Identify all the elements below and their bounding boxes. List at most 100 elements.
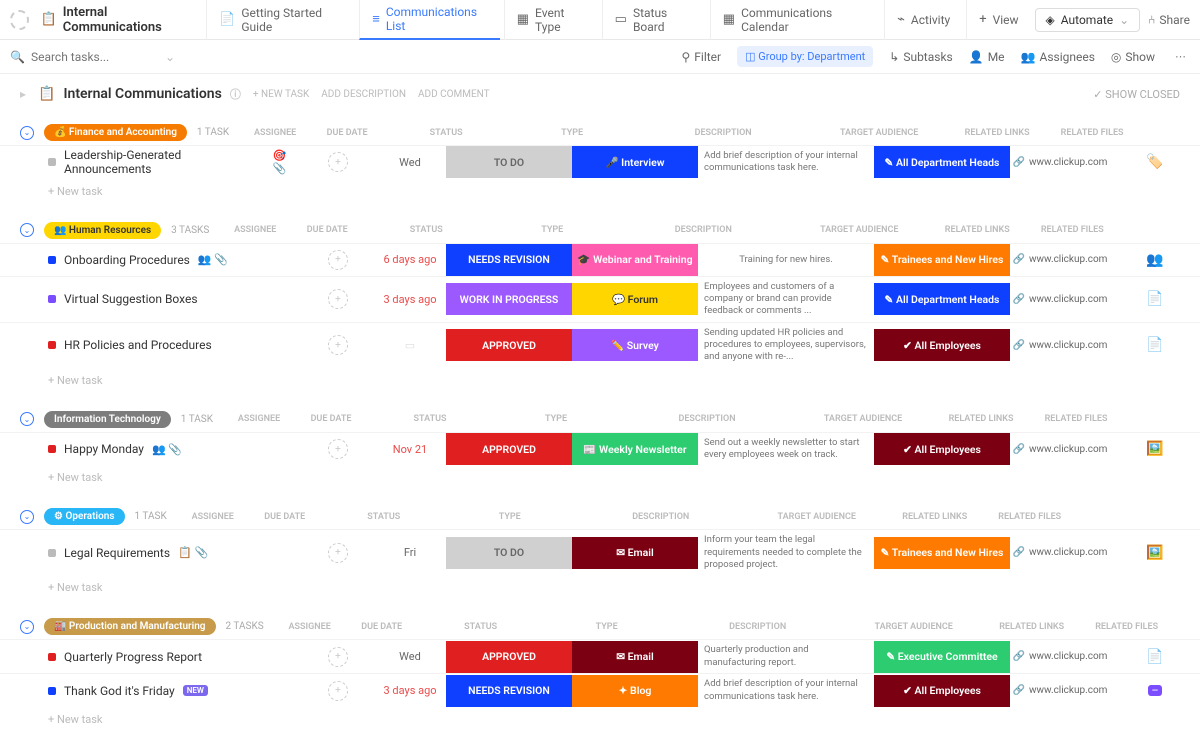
task-name[interactable]: HR Policies and Procedures xyxy=(64,338,212,352)
assignee-cell[interactable]: + xyxy=(302,335,374,355)
link-cell[interactable]: 🔗www.clickup.com xyxy=(1010,294,1110,305)
status-cell[interactable]: TO DO xyxy=(446,146,572,178)
collapse-icon[interactable]: ⌄ xyxy=(20,620,34,634)
link-cell[interactable]: 🔗www.clickup.com xyxy=(1010,547,1110,558)
collapse-icon[interactable]: ▸ xyxy=(20,87,26,101)
status-cell[interactable]: NEEDS REVISION xyxy=(446,244,572,276)
share-button[interactable]: ⑃ Share xyxy=(1148,13,1190,27)
new-task-button[interactable]: + New task xyxy=(0,465,1200,490)
add-assignee-icon[interactable]: + xyxy=(328,152,348,172)
filter-button[interactable]: ⚲ Filter xyxy=(681,50,721,64)
link-cell[interactable]: 🔗www.clickup.com xyxy=(1010,651,1110,662)
tab-2[interactable]: ▦Event Type xyxy=(504,0,598,40)
file-cell[interactable]: 🖼️ xyxy=(1110,545,1200,561)
chevron-down-icon[interactable]: ⌄ xyxy=(165,50,175,64)
add-assignee-icon[interactable]: + xyxy=(328,543,348,563)
assignee-cell[interactable]: + xyxy=(302,681,374,701)
add-assignee-icon[interactable]: + xyxy=(328,439,348,459)
status-cell[interactable]: WORK IN PROGRESS xyxy=(446,283,572,315)
due-date-cell[interactable]: Wed xyxy=(374,156,446,169)
group-label[interactable]: ⚙ Operations xyxy=(44,508,125,525)
type-cell[interactable]: 📰 Weekly Newsletter xyxy=(572,433,698,465)
file-cell[interactable]: 🖼️ xyxy=(1110,441,1200,457)
assignee-cell[interactable]: + xyxy=(302,250,374,270)
collapse-icon[interactable]: ⌄ xyxy=(20,412,34,426)
add-assignee-icon[interactable]: + xyxy=(328,335,348,355)
task-row[interactable]: Quarterly Progress Report+WedAPPROVED✉ E… xyxy=(0,639,1200,673)
tab-0[interactable]: 📄Getting Started Guide xyxy=(206,0,355,40)
task-name[interactable]: Thank God it's Friday xyxy=(64,684,175,698)
type-cell[interactable]: 💬 Forum xyxy=(572,283,698,315)
status-cell[interactable]: APPROVED xyxy=(446,329,572,361)
due-date-cell[interactable]: Fri xyxy=(374,546,446,559)
type-cell[interactable]: ✉ Email xyxy=(572,641,698,673)
search-input[interactable] xyxy=(31,50,151,64)
status-cell[interactable]: APPROVED xyxy=(446,433,572,465)
new-task-button[interactable]: + New task xyxy=(0,368,1200,393)
type-cell[interactable]: ✉ Email xyxy=(572,537,698,569)
add-assignee-icon[interactable]: + xyxy=(328,647,348,667)
file-cell[interactable]: 🏷️ xyxy=(1110,154,1200,170)
due-date-cell[interactable]: 3 days ago xyxy=(374,684,446,697)
show-button[interactable]: ◎ Show xyxy=(1111,50,1155,64)
audience-cell[interactable]: ✎ Trainees and New Hires xyxy=(874,537,1010,569)
link-cell[interactable]: 🔗www.clickup.com xyxy=(1010,444,1110,455)
task-row[interactable]: Thank God it's FridayNEW+3 days agoNEEDS… xyxy=(0,673,1200,707)
file-cell[interactable]: 📄 xyxy=(1110,649,1200,665)
file-cell[interactable]: 📄 xyxy=(1110,337,1200,353)
task-name[interactable]: Onboarding Procedures xyxy=(64,253,190,267)
audience-cell[interactable]: ✎ Executive Committee xyxy=(874,641,1010,673)
task-row[interactable]: Happy Monday👥 📎+Nov 21APPROVED📰 Weekly N… xyxy=(0,432,1200,466)
more-icon[interactable]: ⋯ xyxy=(1171,50,1190,63)
add-assignee-icon[interactable]: + xyxy=(328,250,348,270)
assignee-cell[interactable]: + xyxy=(302,543,374,563)
type-cell[interactable]: 🎓 Webinar and Training xyxy=(572,244,698,276)
type-cell[interactable]: ✏️ Survey xyxy=(572,329,698,361)
group-by-button[interactable]: ◫ Group by: Department xyxy=(737,46,873,67)
group-label[interactable]: Information Technology xyxy=(44,411,171,428)
list-title[interactable]: 📋 Internal Communications ⓘ xyxy=(38,86,241,102)
assignee-cell[interactable]: + xyxy=(302,289,374,309)
task-row[interactable]: Legal Requirements📋 📎+FriTO DO✉ EmailInf… xyxy=(0,529,1200,575)
add-comment-button[interactable]: ADD COMMENT xyxy=(418,89,490,100)
tab-5[interactable]: ⌁Activity xyxy=(884,0,962,40)
audience-cell[interactable]: ✔ All Employees xyxy=(874,675,1010,707)
due-date-cell[interactable]: 6 days ago xyxy=(374,253,446,266)
link-cell[interactable]: 🔗www.clickup.com xyxy=(1010,254,1110,265)
task-name[interactable]: Leadership-Generated Announcements xyxy=(64,148,265,176)
file-cell[interactable]: 📄 xyxy=(1110,291,1200,307)
audience-cell[interactable]: ✔ All Employees xyxy=(874,433,1010,465)
new-task-button[interactable]: + New task xyxy=(0,707,1200,732)
link-cell[interactable]: 🔗www.clickup.com xyxy=(1010,157,1110,168)
status-cell[interactable]: TO DO xyxy=(446,537,572,569)
link-cell[interactable]: 🔗www.clickup.com xyxy=(1010,340,1110,351)
subtasks-button[interactable]: ↳ Subtasks xyxy=(889,50,952,64)
task-name[interactable]: Happy Monday xyxy=(64,442,144,456)
add-assignee-icon[interactable]: + xyxy=(328,289,348,309)
info-icon[interactable]: ⓘ xyxy=(230,86,241,102)
task-name[interactable]: Virtual Suggestion Boxes xyxy=(64,292,198,306)
task-row[interactable]: Onboarding Procedures👥 📎+6 days agoNEEDS… xyxy=(0,243,1200,276)
link-cell[interactable]: 🔗www.clickup.com xyxy=(1010,685,1110,696)
tab-4[interactable]: ▦Communications Calendar xyxy=(710,0,880,40)
tab-1[interactable]: ≡Communications List xyxy=(359,0,500,40)
due-date-cell[interactable]: Wed xyxy=(374,650,446,663)
status-cell[interactable]: NEEDS REVISION xyxy=(446,675,572,707)
audience-cell[interactable]: ✎ All Department Heads xyxy=(874,283,1010,315)
group-label[interactable]: 💰 Finance and Accounting xyxy=(44,124,187,141)
tab-3[interactable]: ▭Status Board xyxy=(602,0,706,40)
audience-cell[interactable]: ✔ All Employees xyxy=(874,329,1010,361)
task-row[interactable]: Leadership-Generated Announcements🎯 📎+We… xyxy=(0,145,1200,179)
automate-button[interactable]: ◈ Automate ⌄ xyxy=(1035,8,1141,32)
assignees-button[interactable]: 👥 Assignees xyxy=(1021,50,1095,64)
me-button[interactable]: 👤 Me xyxy=(969,50,1005,64)
add-assignee-icon[interactable]: + xyxy=(328,681,348,701)
collapse-icon[interactable]: ⌄ xyxy=(20,126,34,140)
search[interactable]: 🔍 ⌄ xyxy=(10,50,681,64)
task-name[interactable]: Quarterly Progress Report xyxy=(64,650,202,664)
new-task-button[interactable]: + New task xyxy=(0,575,1200,600)
type-cell[interactable]: ✦ Blog xyxy=(572,675,698,707)
type-cell[interactable]: 🎤 Interview xyxy=(572,146,698,178)
add-description-button[interactable]: ADD DESCRIPTION xyxy=(321,89,406,100)
group-label[interactable]: 👥 Human Resources xyxy=(44,222,161,239)
